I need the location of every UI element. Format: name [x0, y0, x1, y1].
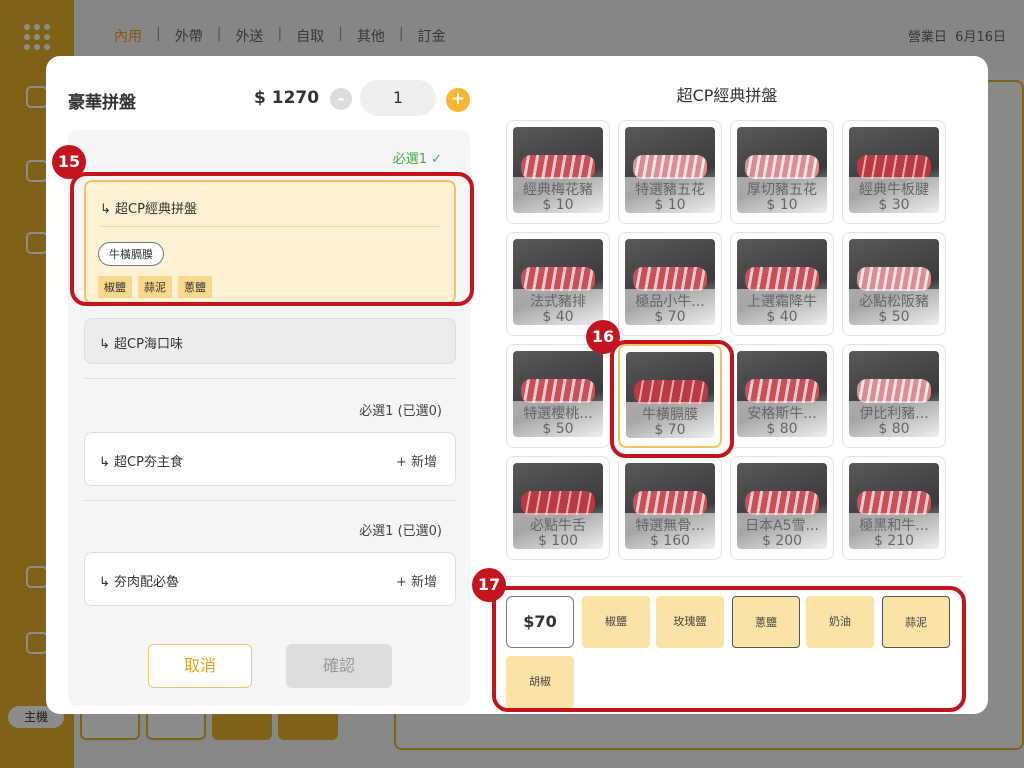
meat-image: [745, 379, 819, 403]
add-button[interactable]: + 新增: [396, 451, 437, 470]
product-card[interactable]: 經典梅花豬 $ 10: [506, 120, 610, 224]
product-name: 必點牛舌: [530, 518, 586, 534]
highlight-box-15: [70, 172, 474, 306]
meat-image: [633, 491, 707, 515]
product-price: $ 80: [878, 421, 910, 437]
option-title: ↳ 超CP夯主食: [99, 455, 183, 470]
product-card[interactable]: 經典牛板腱 $ 30: [842, 120, 946, 224]
product-name: 上選霜降牛: [747, 294, 817, 310]
product-card[interactable]: 法式豬排 $ 40: [506, 232, 610, 336]
highlight-box-17: [492, 586, 966, 712]
annotation-badge-17: 17: [472, 568, 506, 602]
product-price: $ 10: [654, 197, 686, 213]
product-card[interactable]: 伊比利豬... $ 80: [842, 344, 946, 448]
product-card[interactable]: 安格斯牛... $ 80: [730, 344, 834, 448]
product-name: 法式豬排: [530, 294, 586, 310]
product-name: 日本A5雪...: [745, 518, 819, 534]
product-group-title: 超CP經典拼盤: [676, 86, 778, 105]
option-main-dish[interactable]: ↳ 超CP夯主食 + 新增: [84, 432, 456, 486]
product-name: 特選無骨...: [635, 518, 705, 534]
add-button[interactable]: + 新增: [396, 571, 437, 590]
meat-image: [857, 155, 931, 179]
meat-image: [521, 491, 595, 515]
product-name: 安格斯牛...: [747, 406, 817, 422]
meat-image: [521, 155, 595, 179]
option-title: ↳ 夯肉配必魯: [99, 575, 180, 590]
product-card[interactable]: 上選霜降牛 $ 40: [730, 232, 834, 336]
product-price: $ 200: [761, 533, 803, 549]
product-card[interactable]: 厚切豬五花 $ 10: [730, 120, 834, 224]
product-name: 必點松阪豬: [859, 294, 929, 310]
product-price: $ 100: [537, 533, 579, 549]
product-price: $ 50: [878, 309, 910, 325]
qty-decrease-button[interactable]: -: [330, 88, 352, 110]
product-grid: 經典梅花豬 $ 10 特選豬五花 $ 10 厚切豬五花 $ 10 經典牛板腱 $ 30 法式豬排…: [506, 120, 954, 560]
annotation-badge-15: 15: [52, 145, 86, 179]
highlight-box-16: [610, 340, 734, 458]
product-name: 伊比利豬...: [859, 406, 929, 422]
meat-image: [521, 267, 595, 291]
product-name: 經典牛板腱: [859, 182, 929, 198]
product-price: $ 10: [542, 197, 574, 213]
product-price: $ 30: [878, 197, 910, 213]
product-card[interactable]: 特選無骨... $ 160: [618, 456, 722, 560]
product-name: 經典梅花豬: [523, 182, 593, 198]
meat-image: [857, 267, 931, 291]
cancel-button[interactable]: 取消: [148, 644, 252, 688]
product-card[interactable]: 特選豬五花 $ 10: [618, 120, 722, 224]
product-name: 厚切豬五花: [747, 182, 817, 198]
option-meat-burrito[interactable]: ↳ 夯肉配必魯 + 新增: [84, 552, 456, 606]
item-name: 豪華拼盤: [68, 93, 136, 113]
product-name: 特選豬五花: [635, 182, 705, 198]
meat-image: [633, 267, 707, 291]
product-price: $ 160: [649, 533, 691, 549]
qty-input[interactable]: 1: [360, 80, 436, 116]
requirement-label: 必選1 (已選0): [359, 524, 442, 539]
meat-image: [633, 155, 707, 179]
qty-increase-button[interactable]: +: [446, 88, 470, 112]
confirm-button[interactable]: 確認: [286, 644, 392, 688]
item-price: $ 1270: [254, 88, 320, 108]
option-title: ↳ 超CP海口味: [99, 337, 183, 352]
product-price: $ 10: [766, 197, 798, 213]
meat-image: [857, 491, 931, 515]
product-card[interactable]: 極品小牛... $ 70: [618, 232, 722, 336]
product-name: 極品小牛...: [635, 294, 705, 310]
meat-image: [745, 155, 819, 179]
product-card[interactable]: 特選櫻桃... $ 50: [506, 344, 610, 448]
product-price: $ 80: [766, 421, 798, 437]
product-price: $ 70: [654, 309, 686, 325]
product-card[interactable]: 必點牛舌 $ 100: [506, 456, 610, 560]
requirement-satisfied: 必選1 ✓: [392, 152, 442, 167]
product-name: 特選櫻桃...: [523, 406, 593, 422]
product-card[interactable]: 必點松阪豬 $ 50: [842, 232, 946, 336]
product-card[interactable]: 日本A5雪... $ 200: [730, 456, 834, 560]
product-price: $ 210: [873, 533, 915, 549]
annotation-badge-16: 16: [586, 320, 620, 354]
product-price: $ 40: [766, 309, 798, 325]
meat-image: [745, 491, 819, 515]
option-seafood[interactable]: ↳ 超CP海口味: [84, 318, 456, 364]
product-price: $ 50: [542, 421, 574, 437]
meat-image: [521, 379, 595, 403]
requirement-label: 必選1 (已選0): [359, 404, 442, 419]
product-name: 極黑和牛...: [859, 518, 929, 534]
meat-image: [745, 267, 819, 291]
meat-image: [857, 379, 931, 403]
product-card[interactable]: 極黑和牛... $ 210: [842, 456, 946, 560]
